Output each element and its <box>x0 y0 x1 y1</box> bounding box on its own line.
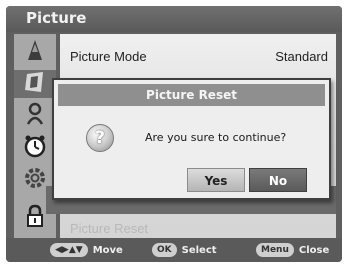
menu-category-sound[interactable] <box>14 70 56 98</box>
menu-row-value: Standard <box>275 49 328 64</box>
dialog-message: Are you sure to continue? <box>145 131 287 144</box>
arrow-keys-icon: ◀▶▲▼ <box>50 243 88 257</box>
menu-row-label: Picture Mode <box>70 49 147 64</box>
menu-row-picture-mode[interactable]: Picture Mode Standard <box>60 42 336 70</box>
select-hint-label: Select <box>181 244 217 256</box>
title-bar: Picture <box>6 6 342 32</box>
close-hint-label: Close <box>298 244 330 256</box>
question-icon: ? <box>86 124 114 152</box>
ok-key-icon: OK <box>152 243 177 257</box>
menu-key-icon: Menu <box>256 243 294 257</box>
status-bar: ◀▶▲▼ Move OK Select Menu Close <box>6 238 342 262</box>
select-hint: OK Select <box>152 243 217 257</box>
move-hint-label: Move <box>92 244 123 256</box>
no-button[interactable]: No <box>249 168 307 192</box>
sound-icon <box>23 70 47 98</box>
menu-category-time[interactable] <box>18 134 52 162</box>
clock-icon <box>23 134 47 162</box>
menu-category-channel[interactable] <box>18 102 52 130</box>
menu-category-picture[interactable] <box>18 38 52 66</box>
menu-row-label: Picture Reset <box>70 221 149 236</box>
settings-gear-icon <box>23 166 47 194</box>
close-hint: Menu Close <box>256 243 329 257</box>
lock-icon <box>24 204 46 232</box>
dialog-title: Picture Reset <box>58 84 325 106</box>
channel-icon <box>24 102 46 130</box>
picture-reset-dialog: Picture Reset ? Are you sure to continue… <box>52 78 331 200</box>
window-title: Picture <box>26 9 87 27</box>
yes-button[interactable]: Yes <box>187 168 245 192</box>
move-hint: ◀▶▲▼ Move <box>50 243 123 257</box>
picture-icon <box>24 38 46 66</box>
